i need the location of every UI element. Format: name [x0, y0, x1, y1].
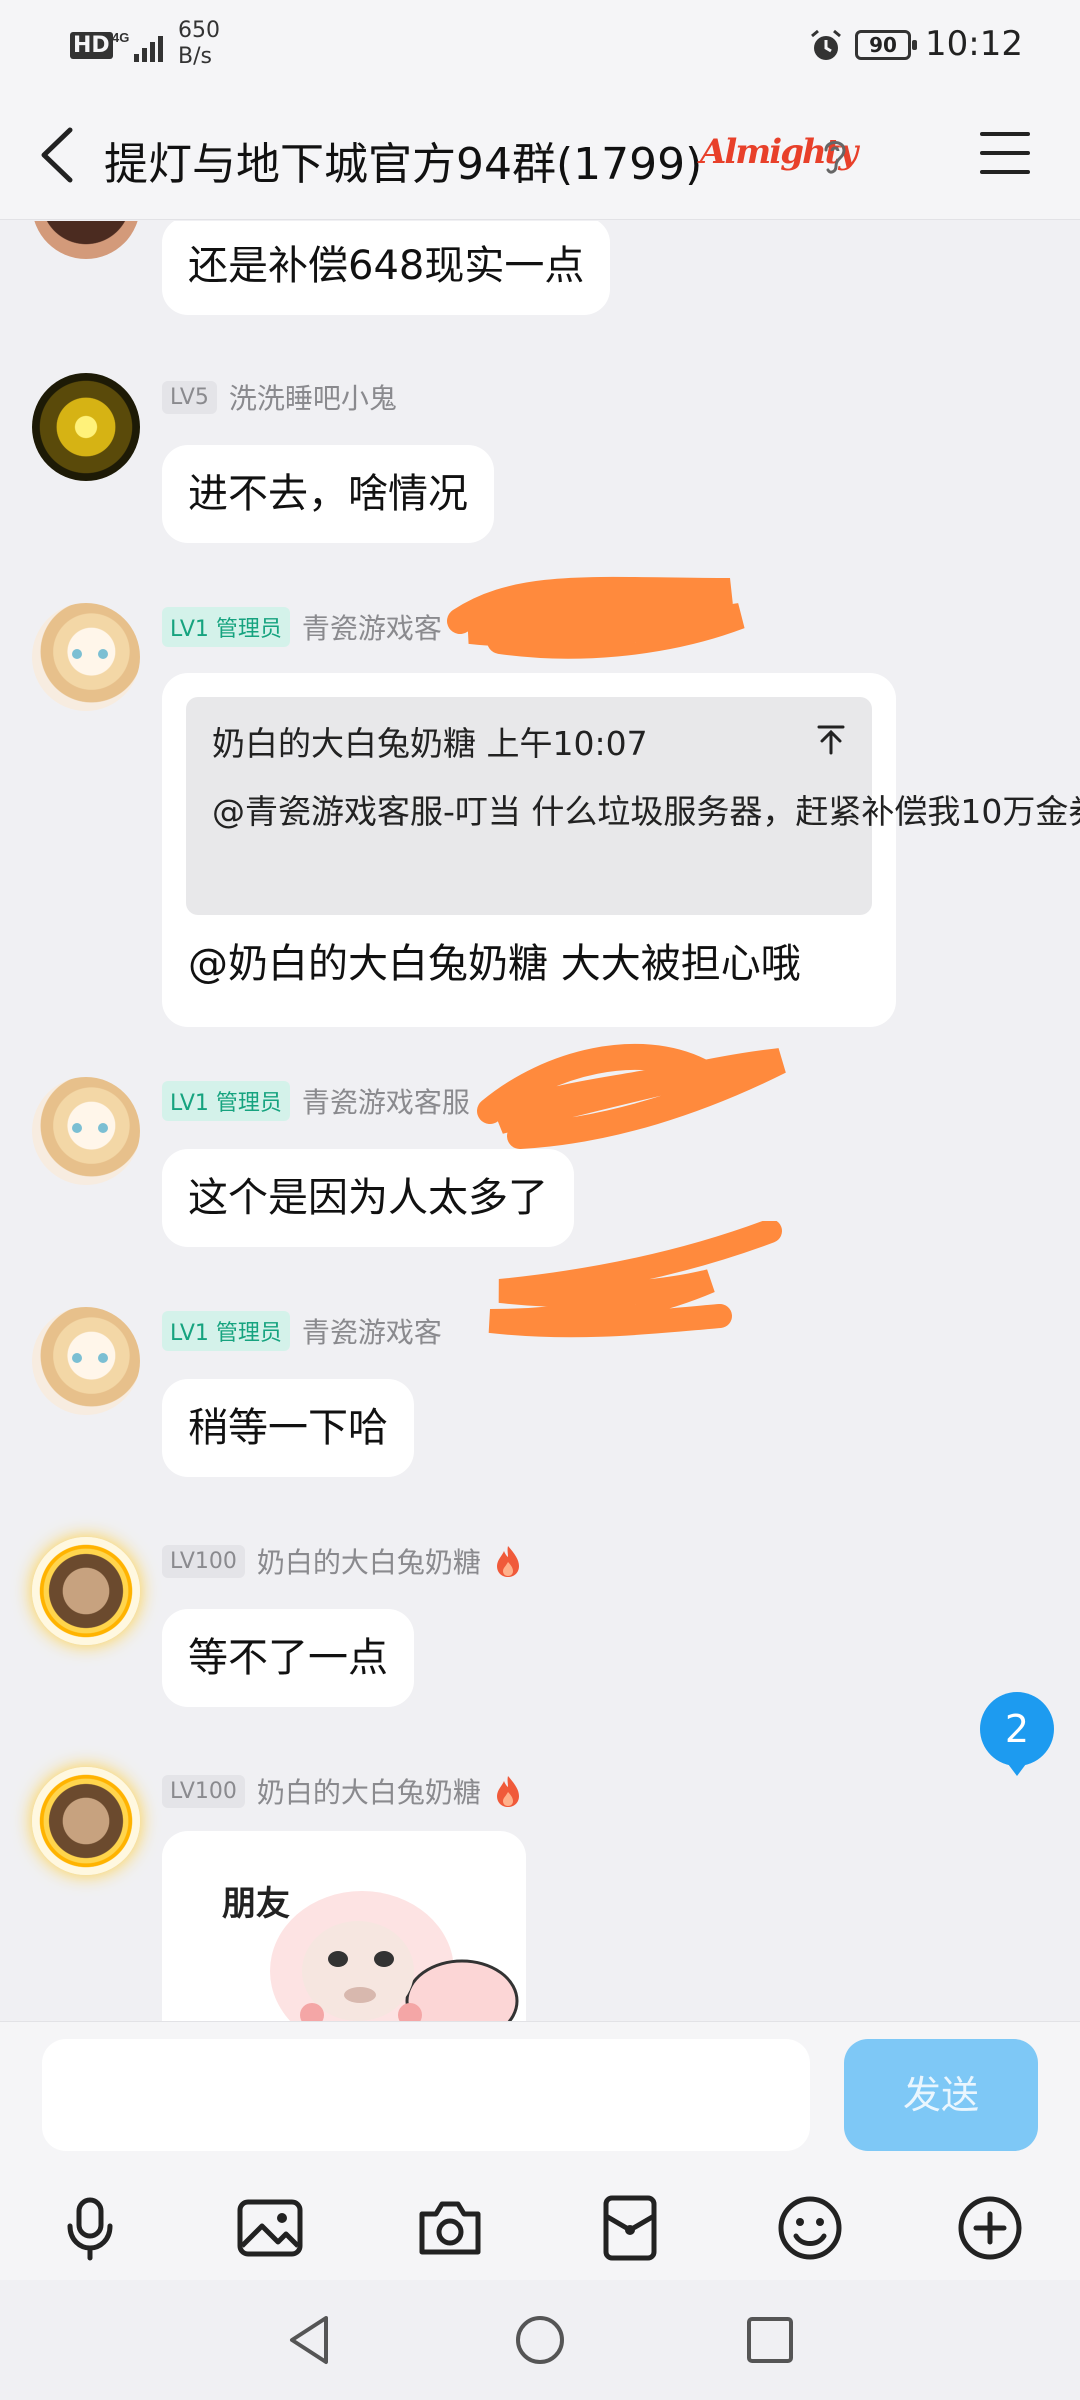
battery-indicator: 90: [855, 30, 917, 60]
alarm-icon: [811, 29, 841, 60]
quoted-header: 奶白的大白兔奶糖 上午10:07: [212, 724, 648, 763]
network-speed: 650 B/s: [178, 18, 238, 70]
microphone-icon[interactable]: [54, 2192, 126, 2264]
level-badge: LV5: [162, 380, 217, 414]
image-icon[interactable]: [234, 2192, 306, 2264]
redaction-scribble: [477, 1043, 786, 1149]
quoted-message[interactable]: 奶白的大白兔奶糖 上午10:07 @青瓷游戏客服-叮当 什么垃圾服务器，赶紧补偿…: [186, 697, 1080, 915]
camera-icon[interactable]: [414, 2192, 486, 2264]
nav-back-icon[interactable]: [274, 2304, 346, 2376]
menu-icon[interactable]: [980, 132, 1030, 176]
input-bar: 发送: [0, 2021, 1080, 2301]
signal-icon: 4G: [112, 30, 163, 62]
network-speed-unit: B/s: [178, 44, 212, 69]
message-list[interactable]: 还是补偿648现实一点 LV5 洗洗睡吧小鬼 进不去，啥情况 LV1 管理员 青…: [0, 221, 1080, 2021]
red-packet-icon[interactable]: [594, 2192, 666, 2264]
sender-name[interactable]: 青瓷游戏客: [302, 1311, 442, 1351]
avatar[interactable]: [32, 1537, 140, 1645]
message-input[interactable]: [42, 2039, 810, 2151]
redaction-scribble: [447, 576, 745, 659]
quoted-text: @青瓷游戏客服-叮当 什么垃圾服务器，赶紧补偿我10万金券: [212, 792, 1080, 831]
sticker-message[interactable]: 朋友: [162, 1831, 526, 2021]
back-arrow-icon[interactable]: [30, 120, 86, 190]
avatar[interactable]: [32, 1307, 140, 1415]
nav-recents-icon[interactable]: [734, 2304, 806, 2376]
network-speed-value: 650: [178, 18, 220, 43]
message-bubble[interactable]: 等不了一点: [162, 1609, 414, 1707]
sender-info: LV1 管理员 青瓷游戏客服: [162, 1079, 470, 1123]
network-type: 4G: [112, 30, 129, 45]
sender-name[interactable]: 奶白的大白兔奶糖: [257, 1541, 481, 1581]
sender-info: LV5 洗洗睡吧小鬼: [162, 375, 397, 419]
clock: 10:12: [925, 24, 1023, 64]
chat-header: 提灯与地下城官方94群(1799) Almighty: [0, 90, 1080, 220]
flame-icon: [496, 1546, 519, 1577]
jump-to-original-icon[interactable]: [814, 723, 848, 757]
avatar[interactable]: [32, 603, 140, 711]
sender-name[interactable]: 青瓷游戏客服: [302, 1081, 470, 1121]
avatar[interactable]: [32, 1767, 140, 1875]
sender-name[interactable]: 洗洗睡吧小鬼: [229, 377, 397, 417]
message-bubble[interactable]: 这个是因为人太多了: [162, 1149, 574, 1247]
avatar[interactable]: [32, 221, 140, 259]
admin-level-badge: LV1 管理员: [162, 1311, 290, 1351]
sender-info: LV100 奶白的大白兔奶糖: [162, 1539, 523, 1583]
hd-indicator: HD: [70, 32, 113, 59]
avatar[interactable]: [32, 1077, 140, 1185]
reply-text: @奶白的大白兔奶糖 大大被担心哦: [188, 941, 801, 987]
admin-level-badge: LV1 管理员: [162, 607, 290, 647]
system-nav-bar: [0, 2280, 1080, 2400]
sender-info: LV100 奶白的大白兔奶糖: [162, 1769, 523, 1813]
status-bar: HD 4G 650 B/s 90 10:12: [0, 0, 1080, 90]
flame-icon: [496, 1776, 519, 1807]
group-title[interactable]: 提灯与地下城官方94群(1799): [104, 128, 702, 192]
sender-name[interactable]: 奶白的大白兔奶糖: [257, 1771, 481, 1811]
sender-name[interactable]: 青瓷游戏客: [302, 607, 442, 647]
reply-message-bubble[interactable]: 奶白的大白兔奶糖 上午10:07 @青瓷游戏客服-叮当 什么垃圾服务器，赶紧补偿…: [162, 673, 1080, 1027]
emoji-icon[interactable]: [774, 2192, 846, 2264]
unread-count-badge[interactable]: 2: [980, 1692, 1054, 1776]
message-bubble[interactable]: 稍等一下哈: [162, 1379, 414, 1477]
message-bubble[interactable]: 进不去，啥情况: [162, 445, 494, 543]
message-bubble[interactable]: 还是补偿648现实一点: [162, 221, 611, 315]
send-button[interactable]: 发送: [844, 2039, 1038, 2151]
sticker-image: [270, 1891, 519, 2021]
earpiece-mode-icon[interactable]: [818, 134, 852, 178]
level-badge: LV100: [162, 1774, 245, 1808]
sticker-caption: 朋友: [222, 1884, 290, 1924]
admin-level-badge: LV1 管理员: [162, 1081, 290, 1121]
plus-icon[interactable]: [954, 2192, 1026, 2264]
level-badge: LV100: [162, 1544, 245, 1578]
nav-home-icon[interactable]: [504, 2304, 576, 2376]
sender-info: LV1 管理员 青瓷游戏客: [162, 1309, 442, 1353]
avatar[interactable]: [32, 373, 140, 481]
input-toolbar: [0, 2182, 1080, 2282]
sender-info: LV1 管理员 青瓷游戏客: [162, 605, 442, 649]
